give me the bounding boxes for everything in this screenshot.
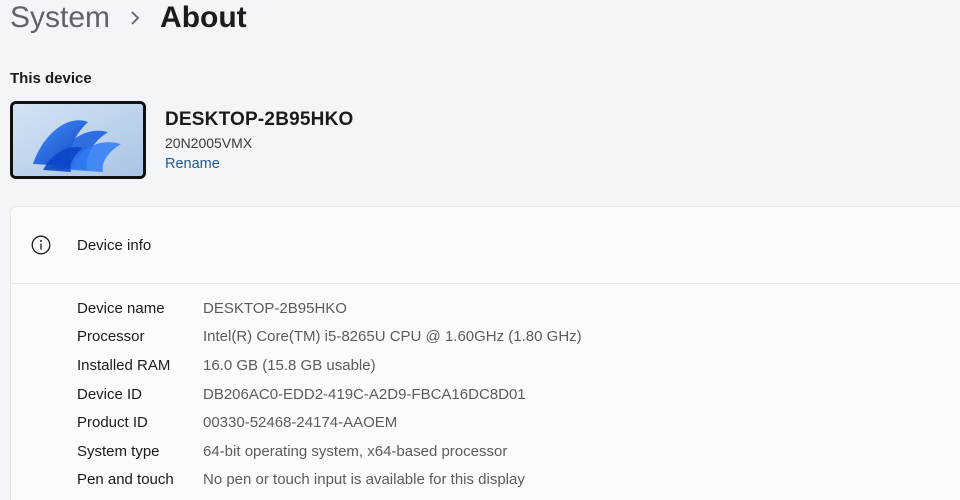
device-text: DESKTOP-2B95HKO 20N2005VMX Rename (165, 109, 353, 173)
spec-value: 64-bit operating system, x64-based proce… (203, 442, 508, 460)
spec-label: Pen and touch (77, 471, 174, 489)
breadcrumb-system[interactable]: System (10, 1, 110, 35)
spec-row-device-name: Device name DESKTOP-2B95HKO (11, 294, 960, 323)
device-info-panel: Device info Device name DESKTOP-2B95HKO … (10, 206, 960, 500)
spec-row-system-type: System type 64-bit operating system, x64… (11, 437, 960, 466)
chevron-right-icon (130, 11, 140, 25)
spec-label: Device name (77, 299, 165, 317)
spec-value: DB206AC0-EDD2-419C-A2D9-FBCA16DC8D01 (203, 385, 526, 403)
spec-value: 16.0 GB (15.8 GB usable) (203, 356, 376, 374)
spec-row-processor: Processor Intel(R) Core(TM) i5-8265U CPU… (11, 323, 960, 352)
breadcrumb: System About (10, 0, 247, 40)
spec-row-pen-and-touch: Pen and touch No pen or touch input is a… (11, 466, 960, 495)
page-title: About (160, 1, 247, 34)
spec-label: Device ID (77, 385, 143, 403)
this-device-label: This device (10, 70, 92, 87)
spec-row-product-id: Product ID 00330-52468-24174-AAOEM (11, 408, 960, 437)
device-thumbnail (10, 101, 146, 179)
spec-row-installed-ram: Installed RAM 16.0 GB (15.8 GB usable) (11, 351, 960, 380)
device-info-title: Device info (77, 236, 152, 254)
spec-label: Processor (77, 328, 145, 346)
device-name-heading: DESKTOP-2B95HKO (165, 109, 354, 130)
spec-label: Product ID (77, 414, 148, 432)
device-card: DESKTOP-2B95HKO 20N2005VMX Rename (10, 101, 353, 179)
spec-value: DESKTOP-2B95HKO (203, 299, 347, 317)
windows-bloom-wallpaper-icon (13, 104, 143, 176)
device-info-header[interactable]: Device info (11, 207, 960, 284)
spec-label: Installed RAM (77, 356, 171, 374)
spec-label: System type (77, 442, 160, 460)
spec-value: 00330-52468-24174-AAOEM (203, 414, 398, 432)
settings-about-page: System About This device DESKTOP-2B95HKO… (0, 0, 960, 500)
info-icon (31, 235, 51, 255)
device-info-rows: Device name DESKTOP-2B95HKO Processor In… (11, 284, 960, 494)
device-model: 20N2005VMX (165, 135, 253, 151)
rename-link[interactable]: Rename (165, 156, 220, 172)
spec-row-device-id: Device ID DB206AC0-EDD2-419C-A2D9-FBCA16… (11, 380, 960, 409)
spec-value: Intel(R) Core(TM) i5-8265U CPU @ 1.60GHz… (203, 328, 582, 346)
spec-value: No pen or touch input is available for t… (203, 471, 525, 489)
